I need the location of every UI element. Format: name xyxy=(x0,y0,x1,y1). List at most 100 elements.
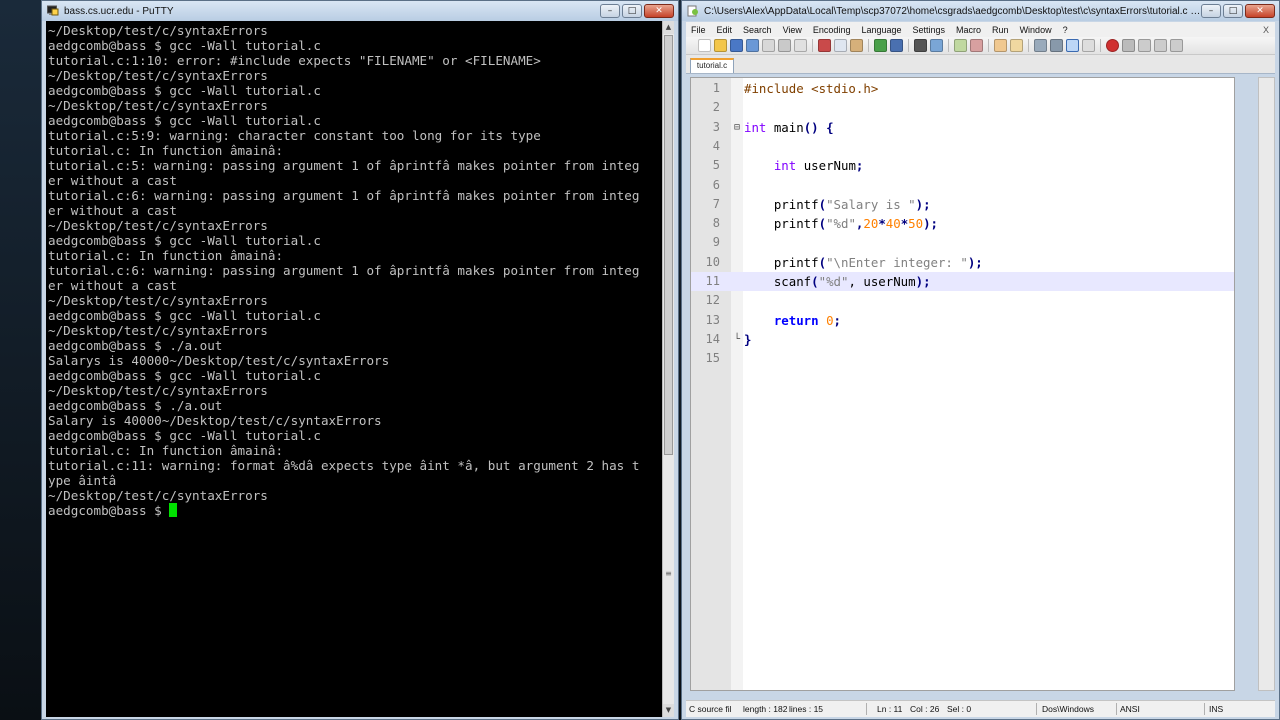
indent-guide-icon[interactable] xyxy=(1066,39,1079,52)
cut-icon[interactable] xyxy=(818,39,831,52)
npp-title: C:\Users\Alex\AppData\Local\Temp\scp3707… xyxy=(704,5,1201,17)
terminal-prompt-line[interactable]: aedgcomb@bass $ xyxy=(48,503,665,518)
word-wrap-icon[interactable] xyxy=(1034,39,1047,52)
terminal-output[interactable]: ~/Desktop/test/c/syntaxErrors aedgcomb@ba… xyxy=(46,21,665,717)
play-macro-icon[interactable] xyxy=(1138,39,1151,52)
code-line[interactable]: 4 xyxy=(691,137,1234,156)
fold-end-icon: └ xyxy=(733,333,741,345)
status-col: Col : 26 xyxy=(910,704,940,714)
terminal-line: er without a cast xyxy=(48,203,177,218)
save-macro-icon[interactable] xyxy=(1170,39,1183,52)
menu-encoding[interactable]: Encoding xyxy=(813,25,851,35)
new-file-icon[interactable] xyxy=(698,39,711,52)
menu-file[interactable]: File xyxy=(691,25,706,35)
save-icon[interactable] xyxy=(730,39,743,52)
print-icon[interactable] xyxy=(794,39,807,52)
menu-view[interactable]: View xyxy=(783,25,802,35)
code-line[interactable]: 2 xyxy=(691,98,1234,117)
putty-titlebar[interactable]: bass.cs.ucr.edu - PuTTY – □ ✕ xyxy=(42,1,678,21)
menu-search[interactable]: Search xyxy=(743,25,772,35)
npp-maximize-button[interactable]: □ xyxy=(1223,4,1243,18)
zoom-out-icon[interactable] xyxy=(970,39,983,52)
code-line[interactable]: 12 xyxy=(691,291,1234,310)
status-lines: lines : 15 xyxy=(789,704,824,714)
terminal-line: er without a cast xyxy=(48,173,177,188)
terminal-scrollbar[interactable]: ▲ ≡ ▼ xyxy=(662,21,674,717)
scroll-thumb[interactable] xyxy=(664,35,673,455)
notepadpp-window[interactable]: C:\Users\Alex\AppData\Local\Temp\scp3707… xyxy=(681,0,1280,720)
code-line-current[interactable]: 11 scanf("%d", userNum); xyxy=(691,272,1234,292)
find-icon[interactable] xyxy=(914,39,927,52)
close-document-icon[interactable]: X xyxy=(1263,25,1269,35)
scroll-up-icon[interactable]: ▲ xyxy=(663,21,674,34)
line-number: 11 xyxy=(705,274,720,288)
stop-macro-icon[interactable] xyxy=(1122,39,1135,52)
maximize-button[interactable]: □ xyxy=(622,4,642,18)
code-line[interactable]: 14 └ } xyxy=(691,330,1234,349)
code-line[interactable]: 7 printf("Salary is "); xyxy=(691,195,1234,214)
tab-bar: tutorial.c xyxy=(686,55,1275,74)
replace-icon[interactable] xyxy=(930,39,943,52)
menu-edit[interactable]: Edit xyxy=(717,25,733,35)
code-token: ; xyxy=(855,158,864,174)
paste-icon[interactable] xyxy=(850,39,863,52)
code-line[interactable]: 15 xyxy=(691,349,1234,368)
terminal-line: tutorial.c:1:10: error: #include expects… xyxy=(48,53,541,68)
save-all-icon[interactable] xyxy=(746,39,759,52)
copy-icon[interactable] xyxy=(834,39,847,52)
line-number: 10 xyxy=(705,254,720,269)
sync-horizontal-icon[interactable] xyxy=(1010,39,1023,52)
code-line[interactable]: 3 ⊟ int main() { xyxy=(691,118,1234,137)
code-token: ); xyxy=(967,254,983,270)
sync-vertical-icon[interactable] xyxy=(994,39,1007,52)
code-editor[interactable]: 1 #include <stdio.h> 2 3 ⊟ int main() { … xyxy=(690,77,1235,691)
minimize-button[interactable]: – xyxy=(600,4,620,18)
npp-close-button[interactable]: ✕ xyxy=(1245,4,1275,18)
terminal-line: tutorial.c:6: warning: passing argument … xyxy=(48,263,640,278)
scroll-down-icon[interactable]: ▼ xyxy=(663,704,674,717)
close-all-icon[interactable] xyxy=(778,39,791,52)
terminal-line: er without a cast xyxy=(48,278,177,293)
statusbar: C source fil length : 182 lines : 15 Ln … xyxy=(686,700,1275,717)
doc-map-icon[interactable] xyxy=(1082,39,1095,52)
menu-run[interactable]: Run xyxy=(992,25,1009,35)
editor-scrollbar[interactable] xyxy=(1258,77,1275,691)
status-divider xyxy=(1036,703,1037,715)
terminal-line: aedgcomb@bass $ gcc -Wall tutorial.c xyxy=(48,233,321,248)
code-token: ( xyxy=(818,196,827,212)
undo-icon[interactable] xyxy=(874,39,887,52)
terminal-line: ~/Desktop/test/c/syntaxErrors xyxy=(48,323,268,338)
menu-macro[interactable]: Macro xyxy=(956,25,981,35)
terminal-line: aedgcomb@bass $ gcc -Wall tutorial.c xyxy=(48,113,321,128)
code-line[interactable]: 1 #include <stdio.h> xyxy=(691,79,1234,98)
redo-icon[interactable] xyxy=(890,39,903,52)
line-number: 15 xyxy=(705,351,720,366)
record-macro-icon[interactable] xyxy=(1106,39,1119,52)
npp-minimize-button[interactable]: – xyxy=(1201,4,1221,18)
status-ln: Ln : 11 xyxy=(877,704,903,714)
tab-tutorial-c[interactable]: tutorial.c xyxy=(690,58,734,73)
putty-terminal-icon xyxy=(47,5,59,17)
terminal-line: Salarys is 40000~/Desktop/test/c/syntaxE… xyxy=(48,353,390,368)
code-line[interactable]: 10 printf("\nEnter integer: "); xyxy=(691,253,1234,272)
run-macro-multiple-icon[interactable] xyxy=(1154,39,1167,52)
code-line[interactable]: 5 int userNum; xyxy=(691,156,1234,175)
show-all-chars-icon[interactable] xyxy=(1050,39,1063,52)
close-button[interactable]: ✕ xyxy=(644,4,674,18)
code-line[interactable]: 8 printf("%d",20*40*50); xyxy=(691,214,1234,233)
zoom-in-icon[interactable] xyxy=(954,39,967,52)
close-file-icon[interactable] xyxy=(762,39,775,52)
npp-titlebar[interactable]: C:\Users\Alex\AppData\Local\Temp\scp3707… xyxy=(682,1,1279,21)
menu-language[interactable]: Language xyxy=(861,25,901,35)
code-token: () xyxy=(803,119,819,135)
code-line[interactable]: 6 xyxy=(691,176,1234,195)
open-file-icon[interactable] xyxy=(714,39,727,52)
code-line[interactable]: 13 return 0; xyxy=(691,311,1234,330)
menu-help[interactable]: ? xyxy=(1063,25,1068,35)
putty-window[interactable]: bass.cs.ucr.edu - PuTTY – □ ✕ ~/Desktop/… xyxy=(41,0,679,720)
menu-window[interactable]: Window xyxy=(1020,25,1052,35)
fold-collapse-icon[interactable]: ⊟ xyxy=(732,118,742,137)
code-line[interactable]: 9 xyxy=(691,233,1234,252)
code-token: "%d" xyxy=(818,274,849,289)
menu-settings[interactable]: Settings xyxy=(913,25,946,35)
